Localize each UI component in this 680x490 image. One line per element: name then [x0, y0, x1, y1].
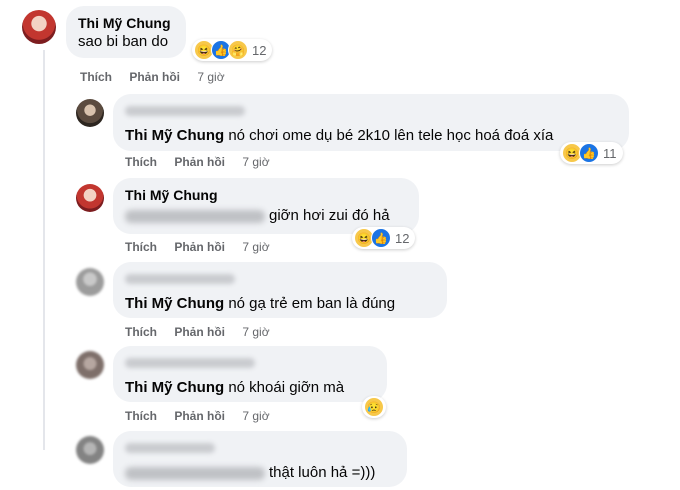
- like-icon: 👍: [371, 228, 391, 248]
- commenter-avatar[interactable]: [22, 10, 56, 44]
- commenter-avatar[interactable]: [76, 351, 104, 379]
- blurred-author-name: [125, 273, 235, 284]
- reaction-summary[interactable]: 😆 👍 12: [352, 227, 416, 249]
- comment-actions: Thích Phản hồi 7 giờ: [125, 325, 284, 339]
- comment-timestamp[interactable]: 7 giờ: [242, 240, 269, 254]
- reply-link[interactable]: Phản hồi: [129, 70, 180, 84]
- comment-bubble: Thi Mỹ Chung nó chơi ome dụ bé 2k10 lên …: [113, 94, 629, 151]
- sad-icon: 😥: [364, 397, 384, 417]
- commenter-avatar[interactable]: [76, 184, 104, 212]
- commenter-avatar[interactable]: [76, 99, 104, 127]
- reply-link[interactable]: Phản hồi: [174, 240, 225, 254]
- mention-tag[interactable]: Thi Mỹ Chung: [125, 127, 224, 144]
- comment-bubble: thật luôn hả =))): [113, 431, 407, 487]
- comment-text: Thi Mỹ Chung nó gạ trẻ em ban là đúng: [125, 295, 396, 312]
- comment-text: thật luôn hả =))): [125, 463, 395, 483]
- comment-text: giỡn hơi zui đó hả: [125, 206, 407, 226]
- comment-text: Thi Mỹ Chung nó khoái giỡn mà: [125, 379, 345, 396]
- reply-link[interactable]: Phản hồi: [174, 155, 225, 169]
- comment-text: sao bi ban do: [78, 33, 169, 50]
- comment-timestamp[interactable]: 7 giờ: [242, 325, 269, 339]
- comment-bubble: Thi Mỹ Chung sao bi ban do: [66, 6, 186, 58]
- reaction-count: 12: [252, 42, 267, 58]
- like-link[interactable]: Thích: [125, 409, 157, 423]
- like-link[interactable]: Thích: [125, 325, 157, 339]
- care-icon: 🤗: [228, 40, 248, 60]
- commenter-avatar[interactable]: [76, 436, 104, 464]
- blurred-mention: [125, 466, 265, 480]
- like-link[interactable]: Thích: [80, 70, 112, 84]
- reaction-count: 12: [395, 230, 410, 246]
- reply-link[interactable]: Phản hồi: [174, 409, 225, 423]
- reply-link[interactable]: Phản hồi: [174, 325, 225, 339]
- thread-line: [43, 50, 45, 450]
- mention-tag[interactable]: Thi Mỹ Chung: [125, 379, 224, 396]
- comment-actions: Thích Phản hồi 7 giờ: [125, 409, 284, 423]
- comment-actions: Thích Phản hồi 7 giờ: [125, 240, 284, 254]
- comment-timestamp[interactable]: 7 giờ: [242, 155, 269, 169]
- commenter-avatar[interactable]: [76, 268, 104, 296]
- reaction-summary[interactable]: 😆 👍 🤗 12: [192, 39, 273, 61]
- blurred-mention: [125, 209, 265, 223]
- comment-author[interactable]: Thi Mỹ Chung: [125, 186, 407, 204]
- like-link[interactable]: Thích: [125, 155, 157, 169]
- reaction-summary[interactable]: 😆 👍 11: [560, 142, 623, 164]
- comment-timestamp[interactable]: 7 giờ: [242, 409, 269, 423]
- comment-bubble: Thi Mỹ Chung nó khoái giỡn mà: [113, 346, 387, 402]
- reaction-summary[interactable]: 😥: [362, 396, 386, 418]
- comment-text: Thi Mỹ Chung nó chơi ome dụ bé 2k10 lên …: [125, 127, 554, 144]
- blurred-author-name: [125, 105, 245, 116]
- comment-timestamp[interactable]: 7 giờ: [197, 70, 224, 84]
- comment-actions: Thích Phản hồi 7 giờ: [125, 155, 284, 169]
- mention-tag[interactable]: Thi Mỹ Chung: [125, 295, 224, 312]
- blurred-author-name: [125, 442, 215, 453]
- blurred-author-name: [125, 357, 255, 368]
- comment-bubble: Thi Mỹ Chung giỡn hơi zui đó hả: [113, 178, 419, 234]
- comment-bubble: Thi Mỹ Chung nó gạ trẻ em ban là đúng: [113, 262, 447, 318]
- like-link[interactable]: Thích: [125, 240, 157, 254]
- reaction-count: 11: [603, 145, 617, 161]
- comment-actions: Thích Phản hồi 7 giờ: [80, 70, 239, 84]
- comment-author[interactable]: Thi Mỹ Chung: [78, 14, 174, 32]
- like-icon: 👍: [579, 143, 599, 163]
